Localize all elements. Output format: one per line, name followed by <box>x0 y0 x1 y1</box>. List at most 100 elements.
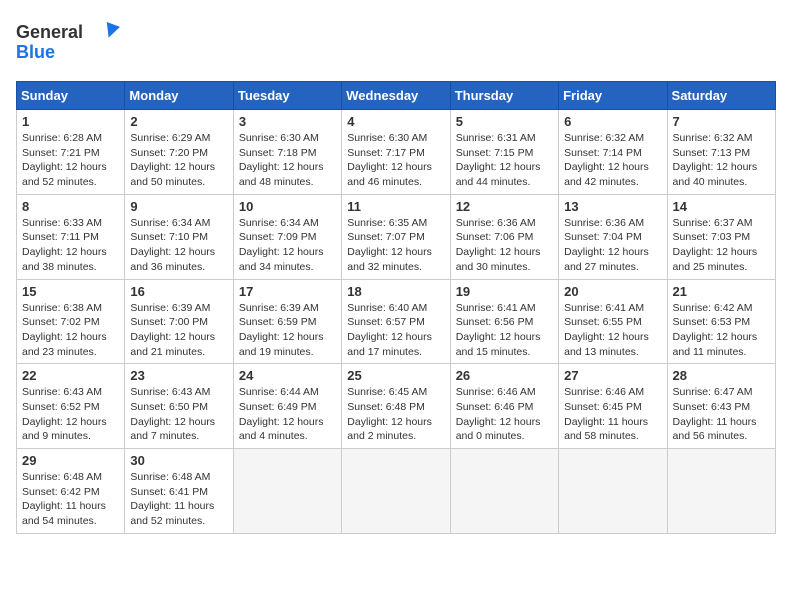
daylight: Daylight: 12 hours and 50 minutes. <box>130 161 215 188</box>
weekday-header: Sunday <box>17 82 125 110</box>
day-number: 11 <box>347 199 444 214</box>
sunset: Sunset: 7:07 PM <box>347 231 425 243</box>
day-detail: Sunrise: 6:29 AM Sunset: 7:20 PM Dayligh… <box>130 131 227 190</box>
day-detail: Sunrise: 6:43 AM Sunset: 6:52 PM Dayligh… <box>22 385 119 444</box>
day-number: 30 <box>130 453 227 468</box>
day-detail: Sunrise: 6:44 AM Sunset: 6:49 PM Dayligh… <box>239 385 336 444</box>
daylight: Daylight: 12 hours and 46 minutes. <box>347 161 432 188</box>
daylight: Daylight: 12 hours and 34 minutes. <box>239 246 324 273</box>
daylight: Daylight: 12 hours and 48 minutes. <box>239 161 324 188</box>
calendar-day-cell: 15 Sunrise: 6:38 AM Sunset: 7:02 PM Dayl… <box>17 279 125 364</box>
daylight: Daylight: 12 hours and 42 minutes. <box>564 161 649 188</box>
calendar-table: SundayMondayTuesdayWednesdayThursdayFrid… <box>16 81 776 534</box>
calendar-day-cell: 6 Sunrise: 6:32 AM Sunset: 7:14 PM Dayli… <box>559 110 667 195</box>
calendar-day-cell <box>450 449 558 534</box>
calendar-day-cell: 9 Sunrise: 6:34 AM Sunset: 7:10 PM Dayli… <box>125 194 233 279</box>
calendar-week-row: 29 Sunrise: 6:48 AM Sunset: 6:42 PM Dayl… <box>17 449 776 534</box>
day-detail: Sunrise: 6:34 AM Sunset: 7:10 PM Dayligh… <box>130 216 227 275</box>
sunrise: Sunrise: 6:46 AM <box>456 386 536 398</box>
daylight: Daylight: 12 hours and 23 minutes. <box>22 331 107 358</box>
sunrise: Sunrise: 6:30 AM <box>239 132 319 144</box>
sunrise: Sunrise: 6:36 AM <box>456 217 536 229</box>
sunset: Sunset: 6:43 PM <box>673 401 751 413</box>
sunset: Sunset: 6:59 PM <box>239 316 317 328</box>
day-number: 21 <box>673 284 770 299</box>
sunset: Sunset: 7:15 PM <box>456 147 534 159</box>
day-detail: Sunrise: 6:46 AM Sunset: 6:46 PM Dayligh… <box>456 385 553 444</box>
sunrise: Sunrise: 6:39 AM <box>130 302 210 314</box>
calendar-header-row: SundayMondayTuesdayWednesdayThursdayFrid… <box>17 82 776 110</box>
daylight: Daylight: 12 hours and 25 minutes. <box>673 246 758 273</box>
day-detail: Sunrise: 6:36 AM Sunset: 7:06 PM Dayligh… <box>456 216 553 275</box>
calendar-day-cell: 18 Sunrise: 6:40 AM Sunset: 6:57 PM Dayl… <box>342 279 450 364</box>
day-detail: Sunrise: 6:45 AM Sunset: 6:48 PM Dayligh… <box>347 385 444 444</box>
day-detail: Sunrise: 6:32 AM Sunset: 7:14 PM Dayligh… <box>564 131 661 190</box>
daylight: Daylight: 12 hours and 21 minutes. <box>130 331 215 358</box>
calendar-day-cell: 16 Sunrise: 6:39 AM Sunset: 7:00 PM Dayl… <box>125 279 233 364</box>
calendar-day-cell: 11 Sunrise: 6:35 AM Sunset: 7:07 PM Dayl… <box>342 194 450 279</box>
day-detail: Sunrise: 6:39 AM Sunset: 7:00 PM Dayligh… <box>130 301 227 360</box>
sunset: Sunset: 7:17 PM <box>347 147 425 159</box>
sunrise: Sunrise: 6:48 AM <box>22 471 102 483</box>
sunrise: Sunrise: 6:46 AM <box>564 386 644 398</box>
sunset: Sunset: 7:14 PM <box>564 147 642 159</box>
daylight: Daylight: 12 hours and 15 minutes. <box>456 331 541 358</box>
day-number: 24 <box>239 368 336 383</box>
day-number: 1 <box>22 114 119 129</box>
daylight: Daylight: 11 hours and 56 minutes. <box>673 416 757 443</box>
sunset: Sunset: 6:57 PM <box>347 316 425 328</box>
sunrise: Sunrise: 6:31 AM <box>456 132 536 144</box>
weekday-header: Monday <box>125 82 233 110</box>
calendar-day-cell: 17 Sunrise: 6:39 AM Sunset: 6:59 PM Dayl… <box>233 279 341 364</box>
daylight: Daylight: 12 hours and 52 minutes. <box>22 161 107 188</box>
daylight: Daylight: 12 hours and 2 minutes. <box>347 416 432 443</box>
calendar-day-cell: 23 Sunrise: 6:43 AM Sunset: 6:50 PM Dayl… <box>125 364 233 449</box>
calendar-day-cell <box>667 449 775 534</box>
day-detail: Sunrise: 6:37 AM Sunset: 7:03 PM Dayligh… <box>673 216 770 275</box>
day-detail: Sunrise: 6:43 AM Sunset: 6:50 PM Dayligh… <box>130 385 227 444</box>
sunrise: Sunrise: 6:48 AM <box>130 471 210 483</box>
calendar-day-cell: 3 Sunrise: 6:30 AM Sunset: 7:18 PM Dayli… <box>233 110 341 195</box>
sunrise: Sunrise: 6:36 AM <box>564 217 644 229</box>
sunrise: Sunrise: 6:43 AM <box>130 386 210 398</box>
day-detail: Sunrise: 6:28 AM Sunset: 7:21 PM Dayligh… <box>22 131 119 190</box>
day-number: 12 <box>456 199 553 214</box>
sunset: Sunset: 7:09 PM <box>239 231 317 243</box>
day-detail: Sunrise: 6:47 AM Sunset: 6:43 PM Dayligh… <box>673 385 770 444</box>
day-number: 2 <box>130 114 227 129</box>
sunrise: Sunrise: 6:32 AM <box>564 132 644 144</box>
calendar-day-cell: 2 Sunrise: 6:29 AM Sunset: 7:20 PM Dayli… <box>125 110 233 195</box>
sunset: Sunset: 6:48 PM <box>347 401 425 413</box>
calendar-day-cell: 14 Sunrise: 6:37 AM Sunset: 7:03 PM Dayl… <box>667 194 775 279</box>
sunset: Sunset: 6:49 PM <box>239 401 317 413</box>
day-detail: Sunrise: 6:40 AM Sunset: 6:57 PM Dayligh… <box>347 301 444 360</box>
calendar-day-cell: 30 Sunrise: 6:48 AM Sunset: 6:41 PM Dayl… <box>125 449 233 534</box>
day-number: 25 <box>347 368 444 383</box>
sunrise: Sunrise: 6:45 AM <box>347 386 427 398</box>
day-number: 6 <box>564 114 661 129</box>
day-detail: Sunrise: 6:39 AM Sunset: 6:59 PM Dayligh… <box>239 301 336 360</box>
day-number: 26 <box>456 368 553 383</box>
daylight: Daylight: 12 hours and 44 minutes. <box>456 161 541 188</box>
day-detail: Sunrise: 6:46 AM Sunset: 6:45 PM Dayligh… <box>564 385 661 444</box>
daylight: Daylight: 11 hours and 54 minutes. <box>22 500 106 527</box>
sunrise: Sunrise: 6:41 AM <box>564 302 644 314</box>
day-number: 23 <box>130 368 227 383</box>
day-detail: Sunrise: 6:30 AM Sunset: 7:17 PM Dayligh… <box>347 131 444 190</box>
calendar-day-cell: 4 Sunrise: 6:30 AM Sunset: 7:17 PM Dayli… <box>342 110 450 195</box>
day-detail: Sunrise: 6:35 AM Sunset: 7:07 PM Dayligh… <box>347 216 444 275</box>
day-number: 10 <box>239 199 336 214</box>
day-number: 5 <box>456 114 553 129</box>
sunrise: Sunrise: 6:34 AM <box>130 217 210 229</box>
day-number: 16 <box>130 284 227 299</box>
sunrise: Sunrise: 6:43 AM <box>22 386 102 398</box>
day-detail: Sunrise: 6:38 AM Sunset: 7:02 PM Dayligh… <box>22 301 119 360</box>
daylight: Daylight: 12 hours and 9 minutes. <box>22 416 107 443</box>
sunset: Sunset: 7:00 PM <box>130 316 208 328</box>
day-number: 3 <box>239 114 336 129</box>
calendar-day-cell <box>233 449 341 534</box>
daylight: Daylight: 12 hours and 17 minutes. <box>347 331 432 358</box>
day-detail: Sunrise: 6:48 AM Sunset: 6:42 PM Dayligh… <box>22 470 119 529</box>
day-detail: Sunrise: 6:41 AM Sunset: 6:55 PM Dayligh… <box>564 301 661 360</box>
calendar-day-cell: 22 Sunrise: 6:43 AM Sunset: 6:52 PM Dayl… <box>17 364 125 449</box>
